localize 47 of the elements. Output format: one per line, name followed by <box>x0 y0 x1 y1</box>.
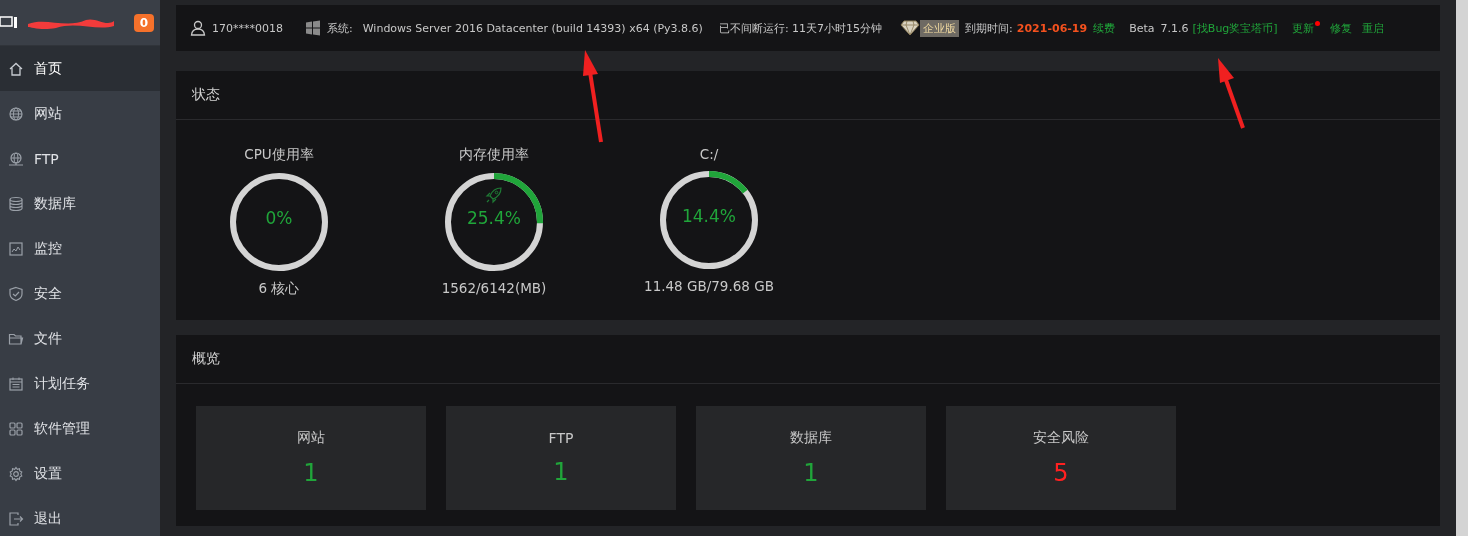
expiry-label: 到期时间: <box>965 20 1013 36</box>
sidebar-item[interactable]: 首页 <box>0 46 160 91</box>
sidebar-item[interactable]: 设置 <box>0 451 160 496</box>
gauge-detail: 1562/6142(MB) <box>441 280 547 296</box>
sidebar-item[interactable]: 数据库 <box>0 181 160 226</box>
sidebar-item[interactable]: 监控 <box>0 226 160 271</box>
sidebar-item[interactable]: FTP <box>0 136 160 181</box>
gauge-title: CPU使用率 <box>244 146 314 164</box>
version-number: 7.1.6 <box>1160 21 1189 35</box>
sidebar-item[interactable]: 安全 <box>0 271 160 316</box>
user-account: 170****0018 <box>212 21 283 35</box>
overview-card[interactable]: 数据库 1 <box>696 406 926 510</box>
uptime-text: 已不间断运行: 11天7小时15分钟 <box>718 20 883 36</box>
overview-card[interactable]: 网站 1 <box>196 406 426 510</box>
sidebar-item[interactable]: 计划任务 <box>0 361 160 406</box>
gauge-detail: 6 核心 <box>258 280 300 298</box>
sidebar-item[interactable]: 网站 <box>0 91 160 136</box>
header-link[interactable]: 重启 <box>1361 20 1384 36</box>
sidebar-item[interactable]: 软件管理 <box>0 406 160 451</box>
gauge-title: 内存使用率 <box>459 146 529 164</box>
renew-link[interactable]: 续费 <box>1093 20 1116 36</box>
card-count: 1 <box>553 458 569 486</box>
card-count: 5 <box>1053 459 1069 487</box>
header-link[interactable]: 更新 <box>1291 20 1320 36</box>
card-count: 1 <box>303 459 319 487</box>
card-label: 网站 <box>297 429 325 447</box>
usage-percent: 14.4% <box>681 206 737 226</box>
sidebar-item[interactable]: 文件 <box>0 316 160 361</box>
bug-bounty-link[interactable]: [找Bug奖宝塔币] <box>1192 20 1278 36</box>
usage-percent: 0% <box>264 208 294 228</box>
channel-label: Beta <box>1129 21 1155 35</box>
card-label: 安全风险 <box>1033 429 1089 447</box>
edition-badge: 企业版 <box>920 19 960 37</box>
system-info: Windows Server 2016 Datacenter (build 14393) x64 (Py3.8.6) <box>362 21 703 35</box>
overview-card[interactable]: 安全风险 5 <box>946 406 1176 510</box>
card-count: 1 <box>803 459 819 487</box>
system-label: 系统: <box>327 20 353 36</box>
panel-title: 概览 <box>176 335 1440 384</box>
sidebar-item[interactable]: 退出 <box>0 496 160 536</box>
gauge-detail: 11.48 GB/79.68 GB <box>644 278 774 294</box>
gauge-title: C:/ <box>699 146 719 162</box>
card-label: FTP <box>548 430 574 446</box>
expiry-date: 2021-06-19 <box>1016 21 1088 35</box>
header-link[interactable]: 修复 <box>1329 20 1352 36</box>
usage-percent: 25.4% <box>466 208 522 228</box>
card-label: 数据库 <box>790 429 832 447</box>
overview-card[interactable]: FTP 1 <box>446 406 676 510</box>
